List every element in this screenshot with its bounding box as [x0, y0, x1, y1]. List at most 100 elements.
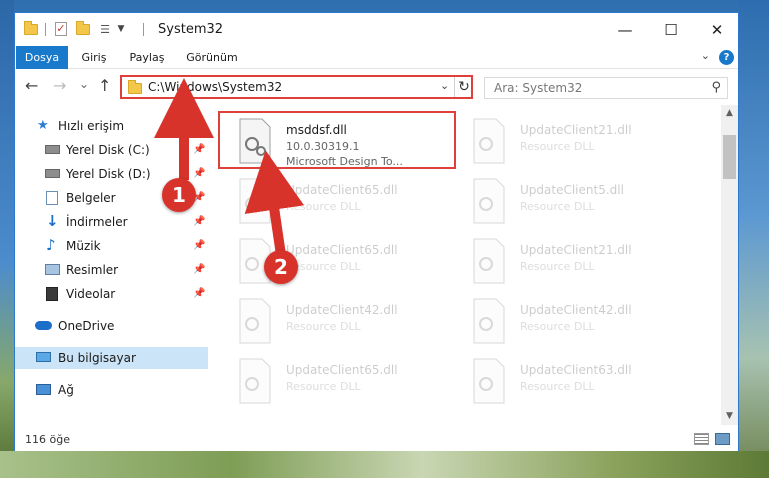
- network-icon: [36, 384, 51, 395]
- file-type: Resource DLL: [286, 380, 361, 393]
- scroll-up-icon[interactable]: ▲: [721, 105, 738, 122]
- file-name: UpdateClient21.dll: [520, 243, 632, 257]
- pin-icon[interactable]: 📌: [193, 288, 205, 299]
- file-type: Resource DLL: [520, 380, 595, 393]
- close-button[interactable]: ✕: [694, 13, 740, 46]
- file-tile[interactable]: UpdateClient42.dll Resource DLL: [470, 297, 690, 355]
- address-dropdown-icon[interactable]: ⌄: [440, 79, 449, 92]
- star-icon: ★: [37, 118, 49, 133]
- search-input[interactable]: Ara: System32: [494, 81, 582, 95]
- quick-access-dropdown-icon[interactable]: ▼: [115, 21, 127, 37]
- address-bar[interactable]: C:\Windows\System32 ⌄ ↻: [120, 75, 473, 99]
- nav-item-downloads[interactable]: ↓ İndirmeler 📌: [15, 211, 208, 233]
- maximize-button[interactable]: ☐: [648, 13, 694, 46]
- tab-file[interactable]: Dosya: [16, 46, 68, 69]
- nav-item-quick-access[interactable]: ★ Hızlı erişim: [15, 115, 208, 137]
- search-icon[interactable]: ⚲: [711, 80, 721, 95]
- folder-quick-icon[interactable]: [23, 20, 39, 37]
- file-tile[interactable]: UpdateClient5.dll Resource DLL: [470, 177, 690, 235]
- nav-label: Hızlı erişim: [58, 119, 125, 133]
- ribbon-tabs: Dosya Giriş Paylaş Görünüm ⌄ ?: [15, 46, 738, 69]
- pin-icon[interactable]: 📌: [193, 144, 205, 155]
- search-box[interactable]: Ara: System32 ⚲: [484, 77, 728, 99]
- desktop-background-left: [0, 0, 14, 478]
- file-name: UpdateClient65.dll: [286, 363, 398, 377]
- file-explorer-window: ✓ ☰ ▼ System32 — ☐ ✕ Dosya Giriş Paylaş …: [14, 12, 739, 451]
- file-type: Resource DLL: [520, 260, 595, 273]
- dll-file-icon: [239, 358, 271, 404]
- customize-quick-icon[interactable]: ☰: [97, 21, 113, 37]
- minimize-button[interactable]: —: [602, 13, 648, 46]
- file-name: UpdateClient63.dll: [520, 363, 632, 377]
- pin-icon[interactable]: 📌: [193, 240, 205, 251]
- file-type: Resource DLL: [286, 320, 361, 333]
- file-type: Resource DLL: [286, 200, 361, 213]
- desktop-background-right: [739, 0, 769, 478]
- music-icon: ♪: [46, 236, 56, 254]
- address-path[interactable]: C:\Windows\System32: [148, 80, 282, 94]
- nav-item-pictures[interactable]: Resimler 📌: [15, 259, 208, 281]
- scroll-down-icon[interactable]: ▼: [721, 408, 738, 425]
- nav-label: OneDrive: [58, 319, 115, 333]
- pin-icon[interactable]: 📌: [193, 264, 205, 275]
- file-name: UpdateClient65.dll: [286, 183, 398, 197]
- recent-locations-button[interactable]: ⌄: [79, 76, 89, 92]
- file-tile[interactable]: UpdateClient42.dll Resource DLL: [236, 297, 456, 355]
- dll-file-icon: [473, 238, 505, 284]
- file-tile[interactable]: UpdateClient65.dll Resource DLL: [236, 357, 456, 415]
- expand-ribbon-icon[interactable]: ⌄: [701, 49, 710, 62]
- nav-item-music[interactable]: ♪ Müzik 📌: [15, 235, 208, 257]
- tab-view[interactable]: Görünüm: [183, 46, 241, 69]
- cloud-icon: [35, 321, 52, 330]
- dll-file-icon: [239, 178, 271, 224]
- tab-home[interactable]: Giriş: [77, 46, 111, 69]
- file-type: Resource DLL: [520, 320, 595, 333]
- pin-icon[interactable]: 📌: [193, 216, 205, 227]
- nav-label: Müzik: [66, 239, 101, 253]
- nav-item-network[interactable]: Ağ: [15, 379, 208, 401]
- pin-icon[interactable]: 📌: [193, 168, 205, 179]
- nav-label: Ağ: [58, 383, 74, 397]
- details-view-icon[interactable]: [694, 433, 709, 445]
- file-tile[interactable]: UpdateClient21.dll Resource DLL: [470, 117, 690, 175]
- help-icon[interactable]: ?: [719, 50, 734, 65]
- nav-item-onedrive[interactable]: OneDrive: [15, 315, 208, 337]
- drive-icon: [45, 145, 60, 154]
- navigation-bar: ← → ⌄ ↑ C:\Windows\System32 ⌄ ↻ Ara: Sys…: [15, 69, 738, 105]
- tab-share[interactable]: Paylaş: [125, 46, 169, 69]
- nav-label: Videolar: [66, 287, 116, 301]
- videos-icon: [46, 287, 58, 301]
- title-bar: ✓ ☰ ▼ System32 — ☐ ✕: [15, 13, 738, 46]
- refresh-icon[interactable]: ↻: [454, 77, 473, 97]
- scroll-thumb[interactable]: [723, 135, 736, 179]
- large-icons-view-icon[interactable]: [715, 433, 730, 445]
- desktop-background-bottom: [0, 451, 769, 478]
- nav-item-videos[interactable]: Videolar 📌: [15, 283, 208, 305]
- new-folder-quick-icon[interactable]: [75, 20, 91, 37]
- nav-item-this-pc[interactable]: Bu bilgisayar: [15, 347, 208, 369]
- navigation-pane: ★ Hızlı erişim Yerel Disk (C:) 📌 Yerel D…: [15, 105, 208, 425]
- properties-quick-icon[interactable]: ✓: [53, 21, 69, 37]
- file-highlight-frame: [218, 111, 456, 169]
- title-separator: [143, 23, 144, 36]
- forward-button[interactable]: →: [53, 78, 66, 94]
- nav-label: Belgeler: [66, 191, 116, 205]
- downloads-icon: ↓: [46, 212, 59, 230]
- file-tile[interactable]: UpdateClient63.dll Resource DLL: [470, 357, 690, 415]
- quick-access-separator: [45, 23, 46, 36]
- back-button[interactable]: ←: [25, 78, 38, 94]
- up-button[interactable]: ↑: [98, 78, 111, 94]
- nav-item-local-disk-c[interactable]: Yerel Disk (C:) 📌: [15, 139, 208, 161]
- address-folder-icon: [128, 80, 142, 94]
- nav-label: İndirmeler: [66, 215, 128, 229]
- step-2-badge: 2: [264, 250, 298, 284]
- dll-file-icon: [239, 298, 271, 344]
- nav-label: Yerel Disk (C:): [66, 143, 150, 157]
- computer-icon: [36, 352, 51, 362]
- dll-file-icon: [473, 178, 505, 224]
- file-type: Resource DLL: [520, 140, 595, 153]
- file-tile[interactable]: UpdateClient21.dll Resource DLL: [470, 237, 690, 295]
- drive-icon: [45, 169, 60, 178]
- file-tile[interactable]: UpdateClient65.dll Resource DLL: [236, 177, 456, 235]
- vertical-scrollbar[interactable]: ▲ ▼: [721, 105, 738, 425]
